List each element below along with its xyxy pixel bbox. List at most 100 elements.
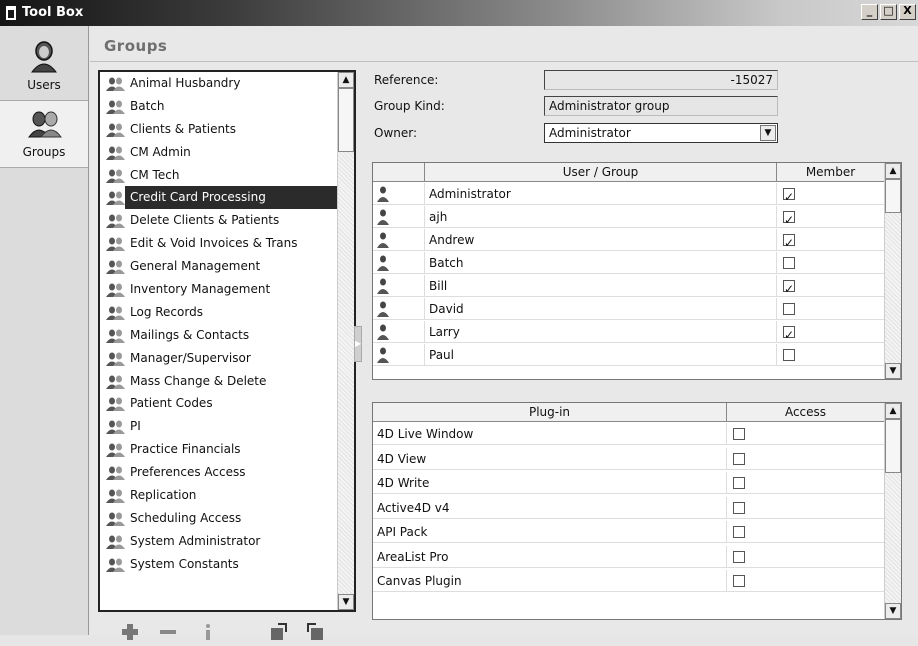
groups-icon — [106, 168, 126, 191]
maximize-button[interactable]: □ — [880, 4, 897, 20]
scroll-down-button[interactable]: ▼ — [885, 603, 901, 619]
member-checkbox[interactable] — [783, 324, 795, 346]
member-checkbox[interactable] — [783, 278, 795, 300]
table-row[interactable]: Batch — [373, 252, 885, 274]
info-icon[interactable] — [198, 622, 218, 642]
plugin-column-header[interactable]: Plug-in — [373, 403, 727, 422]
group-list-item[interactable]: Mass Change & Delete — [100, 370, 338, 393]
group-list-item[interactable]: System Administrator — [100, 530, 338, 553]
access-column-header[interactable]: Access — [727, 403, 885, 422]
group-list[interactable]: Animal Husbandry Batch Clients & Patients C… — [98, 70, 356, 612]
user-icon-cell — [373, 206, 425, 228]
group-list-item[interactable]: Batch — [100, 95, 338, 118]
group-list-item[interactable]: Manager/Supervisor — [100, 347, 338, 370]
close-button[interactable]: X — [899, 4, 916, 20]
scroll-thumb[interactable] — [338, 88, 354, 152]
group-list-item[interactable]: Replication — [100, 484, 338, 507]
remove-icon[interactable] — [158, 622, 178, 642]
plugin-table-scrollbar[interactable]: ▲ ▼ — [884, 403, 901, 619]
access-cell — [727, 545, 885, 568]
scroll-thumb[interactable] — [885, 179, 901, 213]
owner-select[interactable]: Administrator ▼ — [544, 123, 778, 143]
access-checkbox[interactable] — [733, 575, 745, 587]
group-list-item[interactable]: General Management — [100, 255, 338, 278]
group-list-item[interactable]: Scheduling Access — [100, 507, 338, 530]
member-cell — [777, 344, 885, 366]
group-list-scrollbar[interactable]: ▲ ▼ — [337, 72, 354, 610]
member-cell — [777, 229, 885, 254]
table-row[interactable]: Active4D v4 — [373, 496, 885, 519]
group-list-item[interactable]: Delete Clients & Patients — [100, 209, 338, 232]
scroll-up-button[interactable]: ▲ — [338, 72, 354, 88]
import-icon[interactable] — [306, 622, 326, 642]
scroll-down-button[interactable]: ▼ — [885, 363, 901, 379]
group-list-item[interactable]: System Constants — [100, 553, 338, 576]
group-list-item[interactable]: Animal Husbandry — [100, 72, 338, 95]
table-row[interactable]: Andrew — [373, 229, 885, 254]
nav-groups[interactable]: Groups — [0, 100, 88, 168]
group-list-item[interactable]: Edit & Void Invoices & Trans — [100, 232, 338, 255]
table-row[interactable]: ajh — [373, 206, 885, 231]
table-row[interactable]: David — [373, 298, 885, 320]
table-row[interactable]: 4D Write — [373, 472, 885, 494]
member-checkbox[interactable] — [783, 303, 795, 315]
nav-users-label: Users — [27, 78, 61, 92]
group-list-item-label: Preferences Access — [130, 465, 246, 480]
group-list-item-label: System Constants — [130, 556, 239, 571]
scroll-up-button[interactable]: ▲ — [885, 163, 901, 179]
scroll-down-button[interactable]: ▼ — [338, 594, 354, 610]
group-list-item[interactable]: Preferences Access — [100, 461, 338, 484]
group-list-item[interactable]: PI — [100, 415, 338, 438]
group-list-item-label: Delete Clients & Patients — [130, 213, 280, 228]
table-row[interactable]: Bill — [373, 275, 885, 300]
user-table-scrollbar[interactable]: ▲ ▼ — [884, 163, 901, 379]
table-row[interactable]: Paul — [373, 344, 885, 366]
table-row[interactable]: AreaList Pro — [373, 545, 885, 568]
group-list-item[interactable]: Patient Codes — [100, 392, 338, 415]
user-group-column-header[interactable]: User / Group — [425, 163, 777, 182]
member-checkbox[interactable] — [783, 232, 795, 254]
table-row[interactable]: Administrator — [373, 183, 885, 208]
access-checkbox[interactable] — [733, 452, 745, 465]
chevron-down-icon[interactable]: ▼ — [760, 125, 776, 141]
member-column-header[interactable]: Member — [777, 163, 885, 182]
user-icon-cell — [373, 229, 425, 251]
export-icon[interactable] — [268, 622, 288, 642]
group-list-item[interactable]: CM Tech — [100, 164, 338, 187]
group-list-item[interactable]: Credit Card Processing — [106, 186, 338, 210]
member-checkbox[interactable] — [783, 186, 795, 208]
nav-users[interactable]: Users — [0, 34, 88, 98]
table-row[interactable]: 4D Live Window — [373, 423, 885, 445]
group-list-item[interactable]: Clients & Patients — [100, 118, 338, 141]
icon-column-header[interactable] — [373, 163, 425, 182]
splitter-handle[interactable]: ▶ — [354, 326, 362, 362]
add-icon[interactable] — [120, 622, 140, 642]
member-checkbox[interactable] — [783, 349, 795, 361]
access-checkbox[interactable] — [733, 428, 745, 440]
window-title: Tool Box — [22, 5, 84, 20]
access-cell — [727, 521, 885, 543]
table-row[interactable]: 4D View — [373, 447, 885, 470]
group-list-item[interactable]: Inventory Management — [100, 278, 338, 301]
access-cell — [727, 423, 885, 445]
access-checkbox[interactable] — [733, 501, 745, 514]
user-name-cell: Paul — [425, 344, 777, 366]
member-checkbox[interactable] — [783, 257, 795, 269]
access-checkbox[interactable] — [733, 477, 745, 489]
access-cell — [727, 570, 885, 592]
table-row[interactable]: Larry — [373, 321, 885, 346]
access-cell — [727, 447, 885, 470]
access-checkbox[interactable] — [733, 550, 745, 563]
table-row[interactable]: Canvas Plugin — [373, 570, 885, 592]
table-row[interactable]: API Pack — [373, 521, 885, 543]
access-checkbox[interactable] — [733, 526, 745, 538]
group-list-item-label: Patient Codes — [130, 396, 213, 411]
group-list-item[interactable]: Mailings & Contacts — [100, 324, 338, 347]
scroll-thumb[interactable] — [885, 419, 901, 473]
scroll-up-button[interactable]: ▲ — [885, 403, 901, 419]
group-list-item[interactable]: CM Admin — [100, 141, 338, 164]
minimize-button[interactable]: _ — [861, 4, 878, 20]
group-list-item[interactable]: Practice Financials — [100, 438, 338, 461]
group-list-item[interactable]: Log Records — [100, 301, 338, 324]
member-checkbox[interactable] — [783, 209, 795, 231]
